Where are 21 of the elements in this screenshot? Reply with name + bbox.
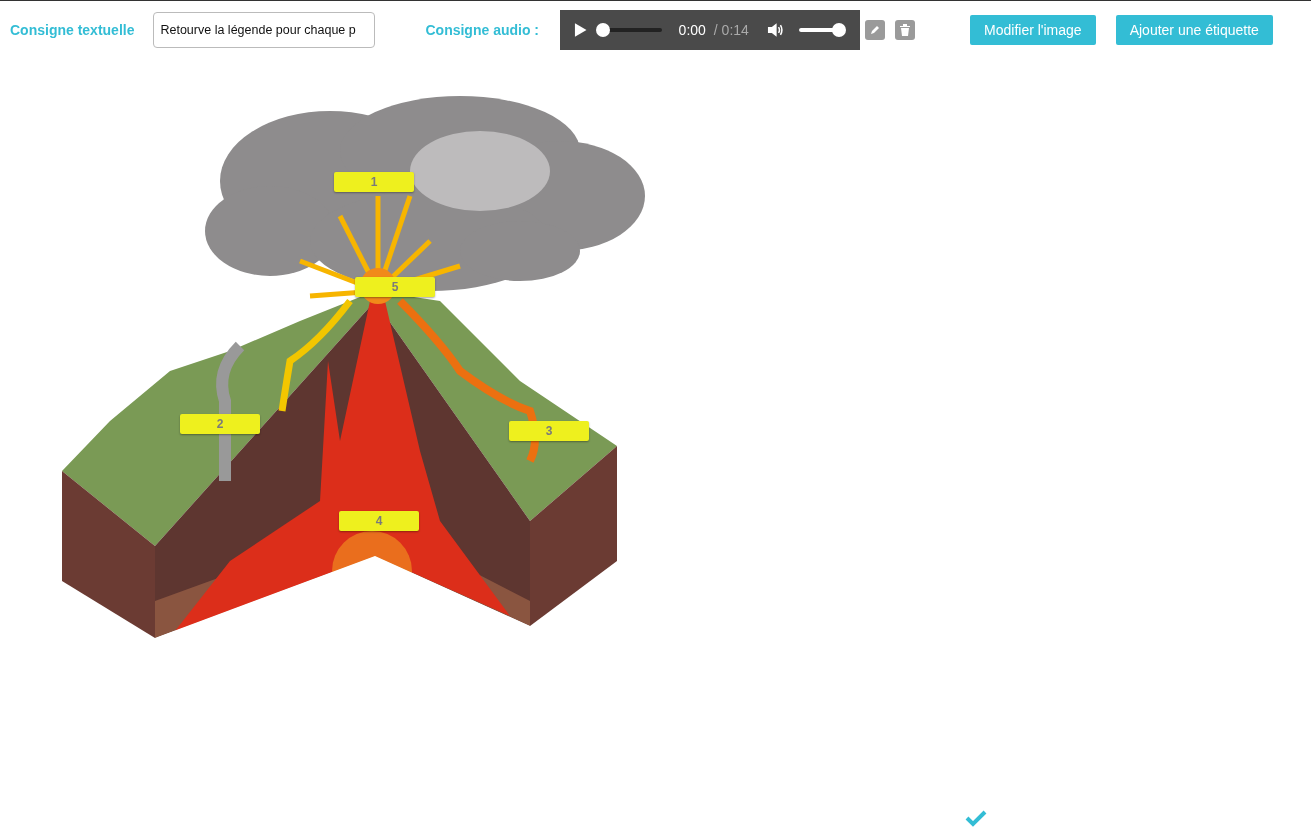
- text-instruction-field[interactable]: Retourve la légende pour chaque p: [153, 12, 376, 48]
- progress-thumb[interactable]: [595, 23, 610, 37]
- text-instruction-label: Consigne textuelle: [10, 22, 135, 38]
- number-label[interactable]: 1: [334, 172, 414, 192]
- edit-button[interactable]: [865, 20, 886, 40]
- pencil-icon: [869, 24, 882, 36]
- audio-instruction-label: Consigne audio :: [425, 22, 540, 38]
- number-label[interactable]: 5: [355, 277, 435, 297]
- play-icon[interactable]: [574, 22, 588, 38]
- volume-icon[interactable]: [766, 22, 785, 38]
- number-label[interactable]: 3: [509, 421, 589, 441]
- number-label[interactable]: 4: [339, 511, 419, 531]
- total-time: / 0:14: [713, 22, 749, 38]
- elapsed-time: 0:00: [678, 22, 706, 38]
- volume-thumb[interactable]: [832, 23, 847, 37]
- check-icon[interactable]: [965, 809, 987, 827]
- trash-icon: [900, 24, 911, 36]
- edit-image-button[interactable]: Modifier l'image: [970, 15, 1096, 45]
- add-label-button[interactable]: Ajouter une étiquette: [1115, 15, 1273, 45]
- delete-button[interactable]: [895, 20, 916, 40]
- number-label[interactable]: 2: [180, 414, 260, 434]
